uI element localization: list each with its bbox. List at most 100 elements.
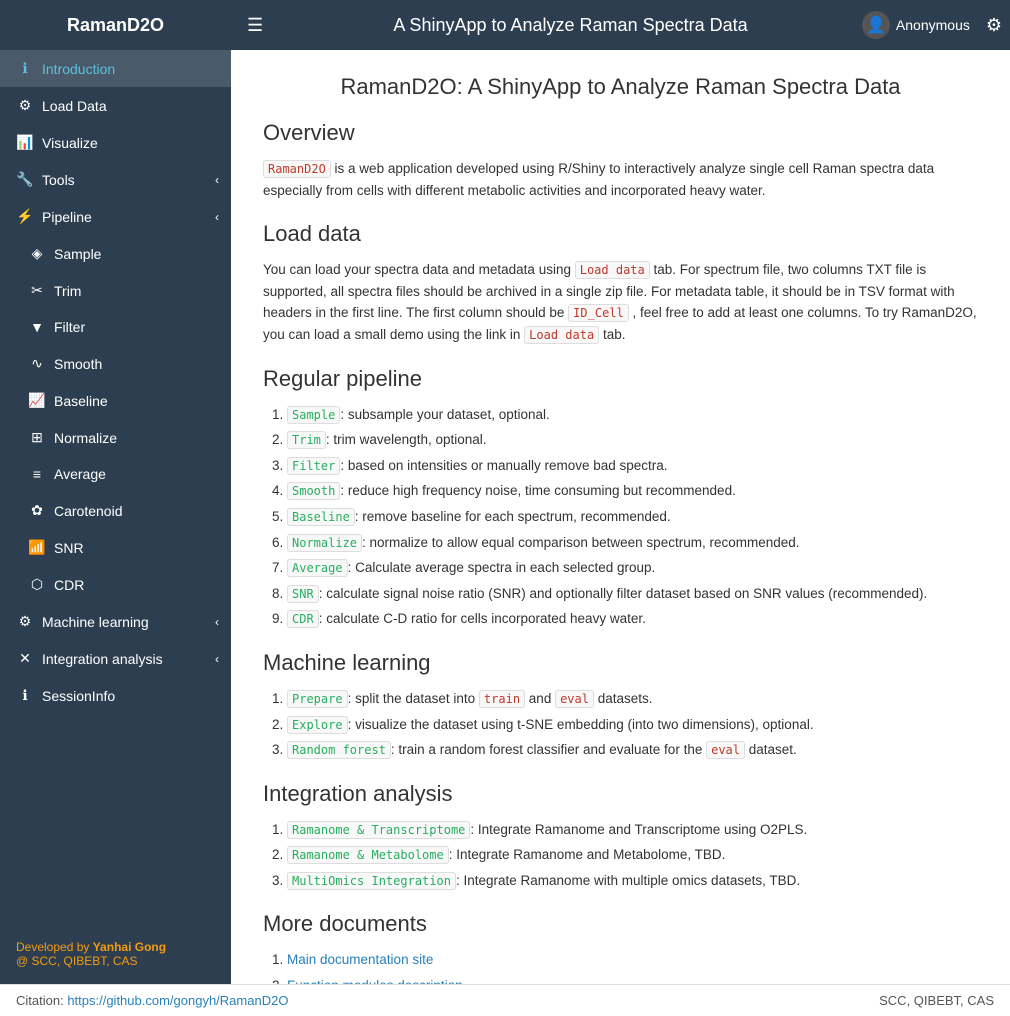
citation-text: Citation: https://github.com/gongyh/Rama…: [16, 993, 288, 1008]
chevron-left-icon: ‹: [215, 173, 219, 187]
gear-icon: ⚙: [16, 97, 34, 114]
sidebar-item-tools[interactable]: 🔧 Tools ‹: [0, 161, 231, 198]
main-layout: ℹ Introduction ⚙ Load Data 📊 Visualize 🔧…: [0, 50, 1010, 984]
list-item: CDR: calculate C-D ratio for cells incor…: [287, 608, 978, 630]
username: Anonymous: [896, 17, 970, 33]
sidebar-label: Trim: [54, 283, 81, 299]
load-data-text4: tab.: [599, 327, 625, 342]
integration-icon: ✕: [16, 650, 34, 667]
more-documents-list: Main documentation site Function modules…: [287, 949, 978, 984]
citation-label: Citation:: [16, 993, 67, 1008]
sidebar-label: Introduction: [42, 61, 115, 77]
user-info: 👤 Anonymous: [862, 11, 978, 39]
list-item: Sample: subsample your dataset, optional…: [287, 404, 978, 426]
footer-text1: Developed by: [16, 940, 93, 954]
chevron-left-icon: ‹: [215, 210, 219, 224]
load-data-code3: Load data: [524, 326, 599, 344]
list-item: Baseline: remove baseline for each spect…: [287, 506, 978, 528]
content-area: RamanD2O: A ShinyApp to Analyze Raman Sp…: [231, 50, 1010, 984]
page-title: RamanD2O: A ShinyApp to Analyze Raman Sp…: [263, 74, 978, 100]
app-brand: RamanD2O: [0, 15, 231, 36]
sidebar-label: Pipeline: [42, 209, 92, 225]
sidebar-item-visualize[interactable]: 📊 Visualize: [0, 124, 231, 161]
list-item: Average: Calculate average spectra in ea…: [287, 557, 978, 579]
sidebar-item-baseline[interactable]: 📈 Baseline: [0, 382, 231, 419]
integration-analysis-heading: Integration analysis: [263, 781, 978, 807]
trim-icon: ✂: [28, 282, 46, 299]
sidebar-label: Integration analysis: [42, 651, 163, 667]
sidebar-item-filter[interactable]: ▼ Filter: [0, 309, 231, 345]
footer-bar: Citation: https://github.com/gongyh/Rama…: [0, 984, 1010, 1016]
sidebar-item-sample[interactable]: ◈ Sample: [0, 235, 231, 272]
info-icon: ℹ: [16, 60, 34, 77]
footer-right: SCC, QIBEBT, CAS: [879, 993, 994, 1008]
doc-link-1[interactable]: Main documentation site: [287, 952, 433, 967]
sidebar-item-average[interactable]: ≡ Average: [0, 456, 231, 492]
chart-icon: 📊: [16, 134, 34, 151]
list-item: Function modules description: [287, 975, 978, 984]
sidebar-item-load-data[interactable]: ⚙ Load Data: [0, 87, 231, 124]
sidebar-item-machine-learning[interactable]: ⚙ Machine learning ‹: [0, 603, 231, 640]
integration-analysis-list: Ramanome & Transcriptome: Integrate Rama…: [287, 819, 978, 892]
sidebar-item-pipeline[interactable]: ⚡ Pipeline ‹: [0, 198, 231, 235]
sidebar: ℹ Introduction ⚙ Load Data 📊 Visualize 🔧…: [0, 50, 231, 984]
hamburger-icon[interactable]: ☰: [231, 15, 279, 36]
sidebar-label: Visualize: [42, 135, 98, 151]
load-data-text1: You can load your spectra data and metad…: [263, 262, 575, 277]
id-cell-code: ID_Cell: [568, 304, 629, 322]
list-item: Trim: trim wavelength, optional.: [287, 429, 978, 451]
smooth-icon: ∿: [28, 355, 46, 372]
footer-author: Yanhai Gong: [93, 940, 166, 954]
sidebar-item-cdr[interactable]: ⬡ CDR: [0, 566, 231, 603]
list-item: Prepare: split the dataset into train an…: [287, 688, 978, 710]
chevron-left-icon: ‹: [215, 652, 219, 666]
sidebar-item-trim[interactable]: ✂ Trim: [0, 272, 231, 309]
sidebar-label: Load Data: [42, 98, 107, 114]
regular-pipeline-heading: Regular pipeline: [263, 366, 978, 392]
sidebar-label: Tools: [42, 172, 75, 188]
sessioninfo-icon: ℹ: [16, 687, 34, 704]
sidebar-label: Machine learning: [42, 614, 149, 630]
sidebar-label: Baseline: [54, 393, 108, 409]
carotenoid-icon: ✿: [28, 502, 46, 519]
sidebar-label: Smooth: [54, 356, 102, 372]
load-data-code1: Load data: [575, 261, 650, 279]
sample-icon: ◈: [28, 245, 46, 262]
ramanD2O-code: RamanD2O: [263, 160, 331, 178]
sidebar-item-smooth[interactable]: ∿ Smooth: [0, 345, 231, 382]
normalize-icon: ⊞: [28, 429, 46, 446]
sidebar-item-integration-analysis[interactable]: ✕ Integration analysis ‹: [0, 640, 231, 677]
sidebar-item-normalize[interactable]: ⊞ Normalize: [0, 419, 231, 456]
list-item: Normalize: normalize to allow equal comp…: [287, 532, 978, 554]
overview-text: RamanD2O is a web application developed …: [263, 158, 978, 201]
sidebar-item-introduction[interactable]: ℹ Introduction: [0, 50, 231, 87]
topbar: RamanD2O ☰ A ShinyApp to Analyze Raman S…: [0, 0, 1010, 50]
average-icon: ≡: [28, 466, 46, 482]
sidebar-item-snr[interactable]: 📶 SNR: [0, 529, 231, 566]
list-item: SNR: calculate signal noise ratio (SNR) …: [287, 583, 978, 605]
chevron-left-icon: ‹: [215, 615, 219, 629]
list-item: Random forest: train a random forest cla…: [287, 739, 978, 761]
sidebar-item-carotenoid[interactable]: ✿ Carotenoid: [0, 492, 231, 529]
sidebar-label: Filter: [54, 319, 85, 335]
settings-icon[interactable]: ⚙: [978, 15, 1010, 36]
overview-heading: Overview: [263, 120, 978, 146]
pipeline-icon: ⚡: [16, 208, 34, 225]
list-item: Explore: visualize the dataset using t-S…: [287, 714, 978, 736]
citation-link[interactable]: https://github.com/gongyh/RamanD2O: [67, 993, 288, 1008]
load-data-heading: Load data: [263, 221, 978, 247]
machine-learning-heading: Machine learning: [263, 650, 978, 676]
list-item: MultiOmics Integration: Integrate Ramano…: [287, 870, 978, 892]
baseline-icon: 📈: [28, 392, 46, 409]
app-title: A ShinyApp to Analyze Raman Spectra Data: [279, 15, 862, 36]
list-item: Ramanome & Transcriptome: Integrate Rama…: [287, 819, 978, 841]
sidebar-label: SNR: [54, 540, 84, 556]
content-inner: RamanD2O: A ShinyApp to Analyze Raman Sp…: [231, 50, 1010, 984]
machine-learning-list: Prepare: split the dataset into train an…: [287, 688, 978, 761]
more-documents-heading: More documents: [263, 911, 978, 937]
sidebar-label: Sample: [54, 246, 101, 262]
list-item: Ramanome & Metabolome: Integrate Ramanom…: [287, 844, 978, 866]
cdr-icon: ⬡: [28, 576, 46, 593]
sidebar-item-sessioninfo[interactable]: ℹ SessionInfo: [0, 677, 231, 714]
list-item: Filter: based on intensities or manually…: [287, 455, 978, 477]
